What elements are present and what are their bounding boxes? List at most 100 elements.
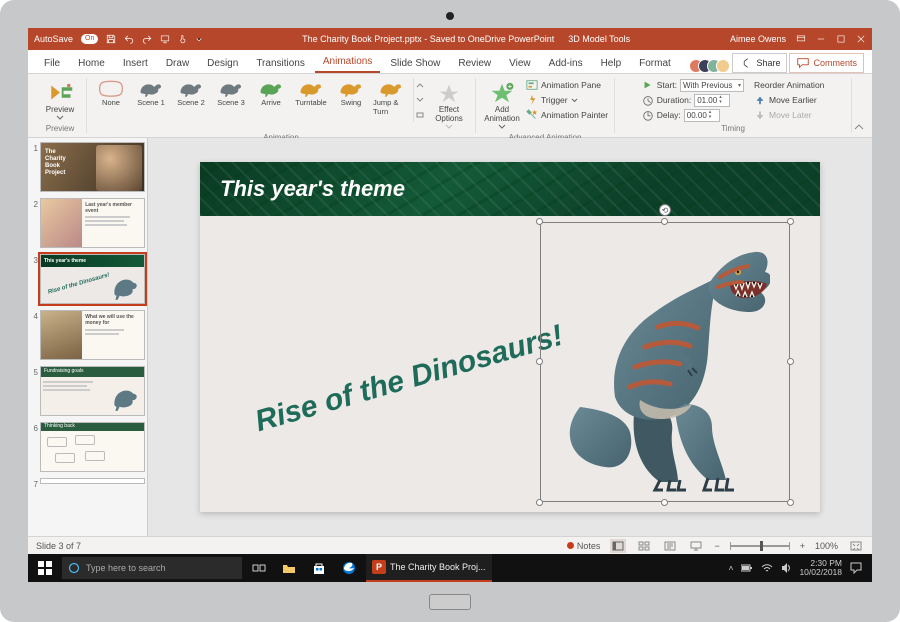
task-view-button[interactable] [246,554,272,582]
resize-handle-br[interactable] [787,499,794,506]
qat-more-icon[interactable] [196,34,202,44]
ribbon-tab-draw[interactable]: Draw [158,54,197,73]
view-normal-button[interactable] [610,539,626,553]
tray-chevron-icon[interactable]: ˄ [728,563,733,573]
animation-turntable[interactable]: Turntable [293,78,329,109]
zoom-in-button[interactable]: + [800,541,805,551]
slide-subtitle[interactable]: Rise of the Dinosaurs! [251,319,566,439]
taskbar-search[interactable]: Type here to search [62,557,242,579]
preview-button[interactable]: Preview [40,78,80,122]
ribbon-options-icon[interactable] [796,34,806,44]
tray-clock[interactable]: 2:30 PM10/02/2018 [799,559,842,577]
save-icon[interactable] [106,34,116,44]
comments-button[interactable]: Comments [789,53,864,73]
model-selection[interactable]: ⟲ [540,222,790,502]
zoom-value[interactable]: 100% [815,541,838,551]
animation-scene1[interactable]: Scene 1 [133,78,169,109]
start-dropdown[interactable]: With Previous▾ [680,79,744,92]
ribbon-tab-help[interactable]: Help [593,54,630,73]
share-button[interactable]: Share [732,53,787,73]
touch-mode-icon[interactable] [178,34,188,44]
view-slideshow-button[interactable] [688,539,704,553]
animation-pane-button[interactable]: Animation Pane [526,78,608,92]
notes-button[interactable]: Notes [567,541,601,551]
ribbon-tab-slide-show[interactable]: Slide Show [382,54,448,73]
taskbar-app-powerpoint[interactable]: P The Charity Book Proj... [366,554,492,582]
move-earlier-button[interactable]: Move Earlier [754,93,824,107]
ribbon-tab-file[interactable]: File [36,54,68,73]
animation-scene2[interactable]: Scene 2 [173,78,209,109]
preview-icon [46,80,74,104]
store-button[interactable] [306,554,332,582]
resize-handle-tr[interactable] [787,218,794,225]
resize-handle-tl[interactable] [536,218,543,225]
zoom-thumb[interactable] [760,541,763,551]
animation-turntable-icon [297,80,325,98]
file-explorer-button[interactable] [276,554,302,582]
slide[interactable]: This year's theme Rise of the Dinosaurs!… [200,162,820,512]
maximize-icon[interactable] [836,34,846,44]
slide-thumbnail-2[interactable]: 2Last year's member event [30,198,145,248]
slide-thumbnail-5[interactable]: 5Fundraising goals [30,366,145,416]
ribbon-tab-review[interactable]: Review [450,54,499,73]
slide-banner[interactable]: This year's theme [200,162,820,216]
trigger-button[interactable]: Trigger [526,93,608,107]
ribbon-tab-transitions[interactable]: Transitions [248,54,313,73]
tablet-home-button[interactable] [429,594,471,610]
system-tray[interactable]: ˄ 2:30 PM10/02/2018 [728,559,868,577]
animation-gallery-more[interactable] [413,78,425,122]
trex-3d-model[interactable] [560,232,770,492]
zoom-out-button[interactable]: − [714,541,719,551]
animation-scene3[interactable]: Scene 3 [213,78,249,109]
animation-painter-button[interactable]: Animation Painter [526,108,608,122]
slide-thumbnail-4[interactable]: 4What we will use the money for [30,310,145,360]
minimize-icon[interactable] [816,34,826,44]
start-button[interactable] [32,554,58,582]
resize-handle-r[interactable] [787,358,794,365]
edge-button[interactable] [336,554,362,582]
thumbnail-number: 2 [30,198,38,248]
delay-spinner[interactable]: 00.00▴▾ [684,109,720,122]
view-reading-button[interactable] [662,539,678,553]
redo-icon[interactable] [142,34,152,44]
document-title: The Charity Book Project.pptx - Saved to… [302,34,554,44]
move-later-icon [754,109,766,121]
action-center-icon[interactable] [850,562,862,574]
view-sorter-button[interactable] [636,539,652,553]
ribbon-collapse-button[interactable] [852,78,866,133]
slide-thumbnail-1[interactable]: 1The Charity Book Project [30,142,145,192]
coauthor-avatars[interactable] [689,59,730,73]
zoom-slider[interactable] [730,545,790,547]
resize-handle-t[interactable] [661,218,668,225]
animation-none[interactable]: None [93,78,129,109]
resize-handle-l[interactable] [536,358,543,365]
user-name[interactable]: Aimee Owens [730,34,786,44]
ribbon-tab-format[interactable]: Format [631,54,679,73]
slide-thumbnail-3[interactable]: 3This year's themeRise of the Dinosaurs! [30,254,145,304]
animation-jumpturn[interactable]: Jump & Turn [373,78,409,118]
slide-thumbnail-6[interactable]: 6Thinking back [30,422,145,472]
add-animation-button[interactable]: Add Animation [482,78,522,131]
comments-icon [796,56,810,70]
ribbon-tab-home[interactable]: Home [70,54,113,73]
resize-handle-bl[interactable] [536,499,543,506]
animation-swing[interactable]: Swing [333,78,369,109]
ribbon-tab-add-ins[interactable]: Add-ins [541,54,591,73]
ribbon-tab-animations[interactable]: Animations [315,52,380,73]
resize-handle-b[interactable] [661,499,668,506]
slide-canvas-area[interactable]: This year's theme Rise of the Dinosaurs!… [148,138,872,536]
animation-arrive[interactable]: Arrive [253,78,289,109]
ribbon-tab-insert[interactable]: Insert [115,54,156,73]
undo-icon[interactable] [124,34,134,44]
slide-thumbnail-panel[interactable]: 1The Charity Book Project 2Last year's me… [28,138,148,536]
fit-to-window-button[interactable] [848,539,864,553]
ribbon-tab-design[interactable]: Design [199,54,246,73]
duration-spinner[interactable]: 01.00▴▾ [694,94,730,107]
ribbon-tab-view[interactable]: View [501,54,539,73]
rotate-handle[interactable]: ⟲ [659,204,671,216]
duration-label: Duration: [657,95,692,105]
present-icon[interactable] [160,34,170,44]
slide-thumbnail-7[interactable]: 7 [30,478,145,489]
close-icon[interactable] [856,34,866,44]
autosave-toggle[interactable]: On [81,34,98,44]
